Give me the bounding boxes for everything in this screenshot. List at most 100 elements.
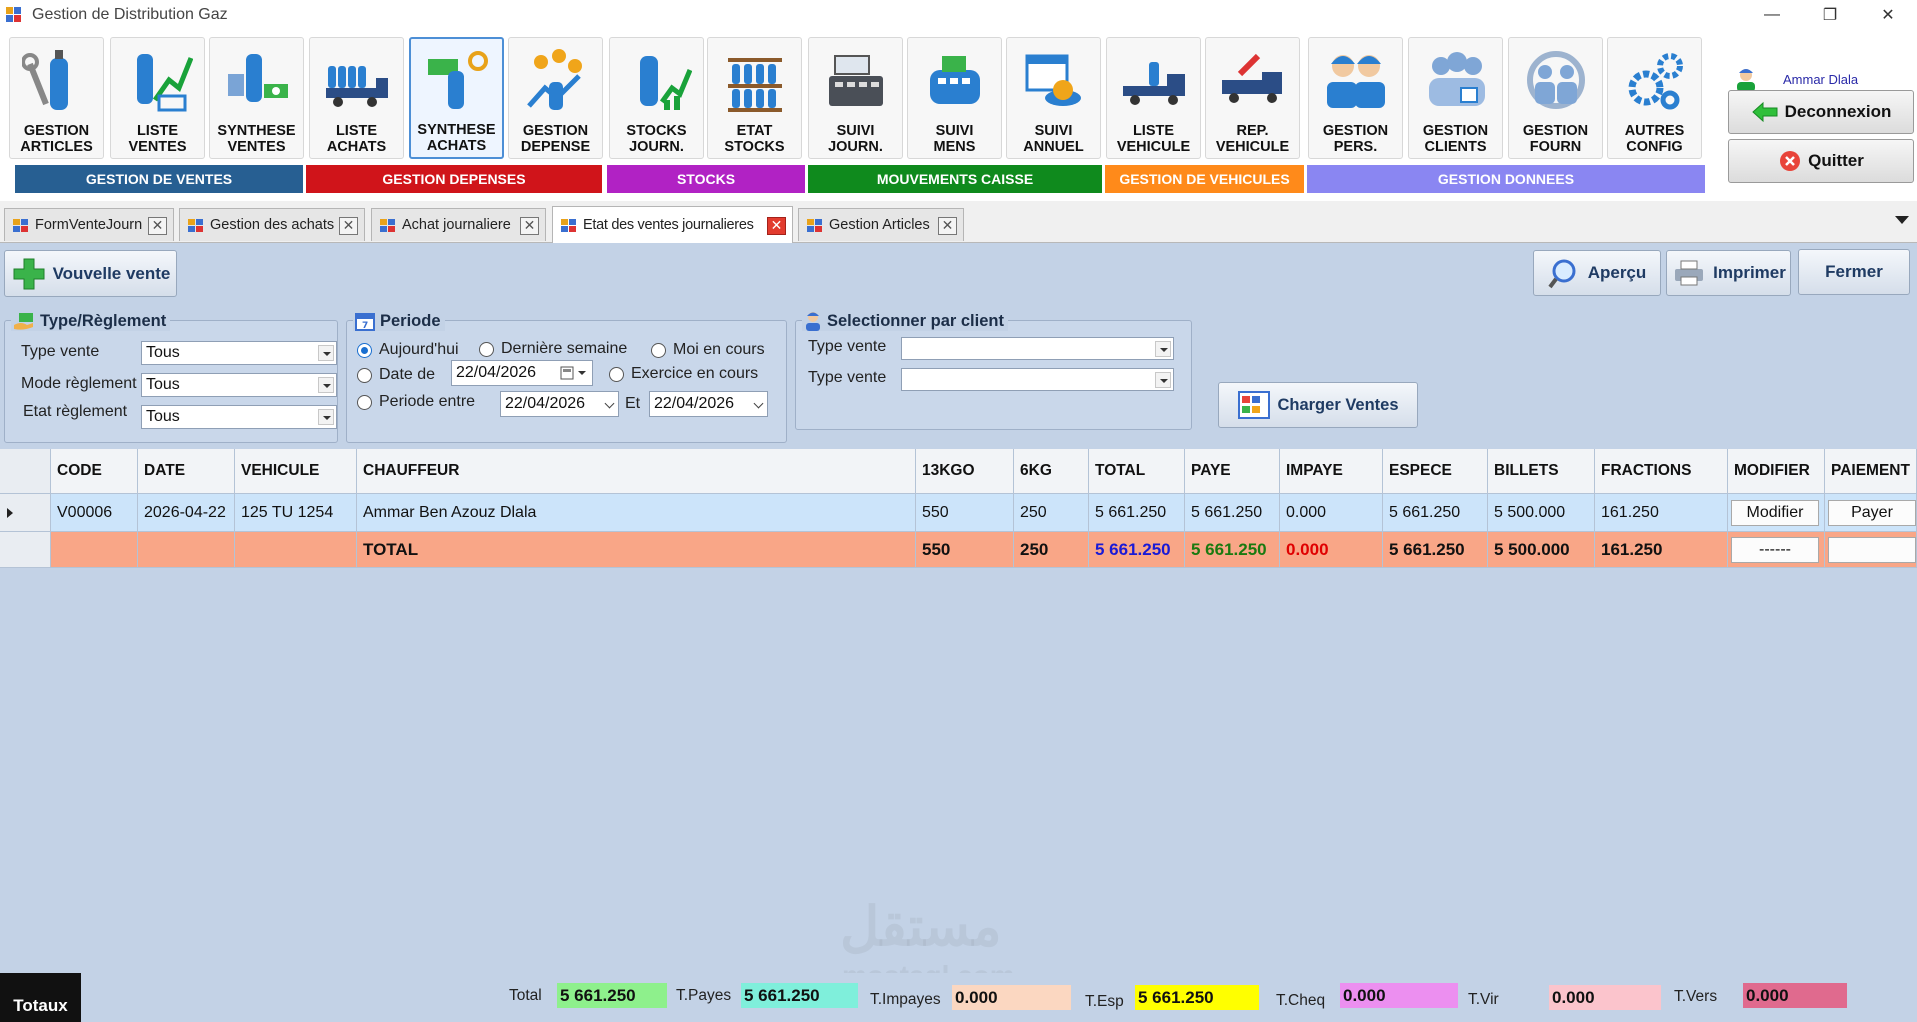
row-selector[interactable] <box>0 532 51 568</box>
chevron-down-icon[interactable] <box>604 398 615 409</box>
modifier-button[interactable]: Modifier <box>1731 499 1819 526</box>
col-date[interactable]: DATE <box>138 449 235 494</box>
cell-13kgo[interactable]: 550 <box>916 494 1014 532</box>
ribbon-liste-achats[interactable]: LISTE ACHATS <box>309 37 404 159</box>
radio-dot[interactable] <box>609 366 624 382</box>
close-window-button[interactable]: ✕ <box>1859 0 1917 29</box>
quit-button[interactable]: Quitter <box>1728 139 1914 183</box>
ribbon-gestion-pers[interactable]: GESTION PERS. <box>1308 37 1403 159</box>
cell-billets[interactable]: 5 500.000 <box>1488 494 1595 532</box>
cell-total[interactable]: 5 661.250 <box>1089 494 1185 532</box>
col-13kgo[interactable]: 13KGO <box>916 449 1014 494</box>
radio-today[interactable]: Aujourd'hui <box>357 341 459 359</box>
chevron-down-icon[interactable] <box>1155 372 1171 388</box>
cell-vehicule[interactable]: 125 TU 1254 <box>235 494 357 532</box>
radio-current-month[interactable]: Moi en cours <box>651 341 765 359</box>
col-billets[interactable]: BILLETS <box>1488 449 1595 494</box>
payer-button[interactable]: Payer <box>1828 499 1916 526</box>
col-paiement[interactable]: PAIEMENT <box>1825 449 1917 494</box>
radio-date-de[interactable]: Date de <box>357 366 435 384</box>
ribbon-autres-config[interactable]: AUTRES CONFIG <box>1607 37 1702 159</box>
radio-last-week[interactable]: Dernière semaine <box>479 340 627 358</box>
tab-close-icon[interactable]: ✕ <box>520 217 539 235</box>
calendar-dropdown-icon[interactable] <box>560 366 588 380</box>
ribbon-liste-ventes[interactable]: LISTE VENTES <box>110 37 205 159</box>
client-select-2[interactable] <box>901 368 1174 391</box>
logout-button[interactable]: Deconnexion <box>1728 90 1914 134</box>
periode-group: 7 Periode Aujourd'hui Dernière semaine M… <box>346 311 787 443</box>
tab-etat-ventes-journalieres[interactable]: Etat des ventes journalieres ✕ <box>552 206 793 243</box>
ribbon-synthese-achats[interactable]: SYNTHESE ACHATS <box>409 37 504 159</box>
ribbon-gestion-articles[interactable]: GESTION ARTICLES <box>9 37 104 159</box>
tab-close-icon[interactable]: ✕ <box>938 217 957 235</box>
col-modifier[interactable]: MODIFIER <box>1728 449 1825 494</box>
tab-gestion-achats[interactable]: Gestion des achats ✕ <box>179 208 365 241</box>
ribbon-suivi-mens[interactable]: SUIVI MENS <box>907 37 1002 159</box>
etat-reglement-select[interactable]: Tous <box>141 405 337 429</box>
total-paiement-button[interactable] <box>1828 536 1916 563</box>
close-button[interactable]: Fermer <box>1798 249 1910 295</box>
tab-form-vente-journ[interactable]: FormVenteJourn ✕ <box>4 208 174 241</box>
radio-dot[interactable] <box>357 367 372 383</box>
ribbon-liste-vehicule[interactable]: LISTE VEHICULE <box>1106 37 1201 159</box>
col-paye[interactable]: PAYE <box>1185 449 1280 494</box>
ribbon-gestion-depense[interactable]: GESTION DEPENSE <box>508 37 603 159</box>
ribbon-stocks-journ[interactable]: STOCKS JOURN. <box>609 37 704 159</box>
chevron-down-icon[interactable] <box>318 377 334 393</box>
ribbon-rep-vehicule[interactable]: REP. VEHICULE <box>1205 37 1300 159</box>
cell-chauffeur[interactable]: Ammar Ben Azouz Dlala <box>357 494 916 532</box>
date-de-picker[interactable]: 22/04/2026 <box>451 360 593 386</box>
ribbon-gestion-fourn[interactable]: GESTION FOURN <box>1508 37 1603 159</box>
radio-dot[interactable] <box>651 342 666 358</box>
restore-button[interactable]: ❐ <box>1801 0 1859 29</box>
tab-close-icon[interactable]: ✕ <box>339 217 358 235</box>
chevron-down-icon[interactable] <box>318 409 334 425</box>
row-selector[interactable] <box>0 494 51 532</box>
preview-button[interactable]: Aperçu <box>1533 250 1661 296</box>
date-from-picker[interactable]: 22/04/2026 <box>500 391 619 417</box>
minimize-button[interactable]: — <box>1743 0 1801 29</box>
ribbon-suivi-journ[interactable]: SUIVI JOURN. <box>808 37 903 159</box>
ribbon-etat-stocks[interactable]: ETAT STOCKS <box>707 37 802 159</box>
col-espece[interactable]: ESPECE <box>1383 449 1488 494</box>
radio-dot[interactable] <box>357 342 372 358</box>
chevron-down-icon[interactable] <box>753 398 764 409</box>
chevron-down-icon[interactable] <box>1155 341 1171 357</box>
new-sale-button[interactable]: Vouvelle vente <box>4 250 177 297</box>
ribbon-gestion-clients[interactable]: GESTION CLIENTS <box>1408 37 1503 159</box>
col-chauffeur[interactable]: CHAUFFEUR <box>357 449 916 494</box>
total-modifier-button[interactable]: ------ <box>1731 536 1819 563</box>
radio-dot[interactable] <box>357 394 372 410</box>
ribbon-synthese-ventes[interactable]: SYNTHESE VENTES <box>209 37 304 159</box>
client-select-1[interactable] <box>901 337 1174 360</box>
cell-code[interactable]: V00006 <box>51 494 138 532</box>
load-sales-button[interactable]: Charger Ventes <box>1218 382 1418 428</box>
type-vente-select[interactable]: Tous <box>141 341 337 365</box>
tab-close-icon[interactable]: ✕ <box>148 217 167 235</box>
tab-close-icon[interactable]: ✕ <box>767 217 786 235</box>
cell-paye[interactable]: 5 661.250 <box>1185 494 1280 532</box>
col-code[interactable]: CODE <box>51 449 138 494</box>
col-6kg[interactable]: 6KG <box>1014 449 1089 494</box>
ribbon-suivi-annuel[interactable]: SUIVI ANNUEL <box>1006 37 1101 159</box>
radio-dot[interactable] <box>479 341 494 357</box>
radio-between[interactable]: Periode entre <box>357 393 475 411</box>
cell-espece[interactable]: 5 661.250 <box>1383 494 1488 532</box>
table-row[interactable]: V00006 2026-04-22 125 TU 1254 Ammar Ben … <box>0 494 1917 532</box>
cell-6kg[interactable]: 250 <box>1014 494 1089 532</box>
cell-fractions[interactable]: 161.250 <box>1595 494 1728 532</box>
tab-achat-journaliere[interactable]: Achat journaliere ✕ <box>371 208 546 241</box>
col-total[interactable]: TOTAL <box>1089 449 1185 494</box>
tab-list-dropdown-icon[interactable] <box>1895 216 1909 224</box>
col-impaye[interactable]: IMPAYE <box>1280 449 1383 494</box>
chevron-down-icon[interactable] <box>318 345 334 361</box>
mode-reglement-select[interactable]: Tous <box>141 373 337 397</box>
print-button[interactable]: Imprimer <box>1666 250 1791 296</box>
cell-date[interactable]: 2026-04-22 <box>138 494 235 532</box>
tab-gestion-articles[interactable]: Gestion Articles ✕ <box>798 208 964 241</box>
radio-exercice[interactable]: Exercice en cours <box>609 365 758 383</box>
cell-impaye[interactable]: 0.000 <box>1280 494 1383 532</box>
date-to-picker[interactable]: 22/04/2026 <box>649 391 768 417</box>
col-vehicule[interactable]: VEHICULE <box>235 449 357 494</box>
col-fractions[interactable]: FRACTIONS <box>1595 449 1728 494</box>
